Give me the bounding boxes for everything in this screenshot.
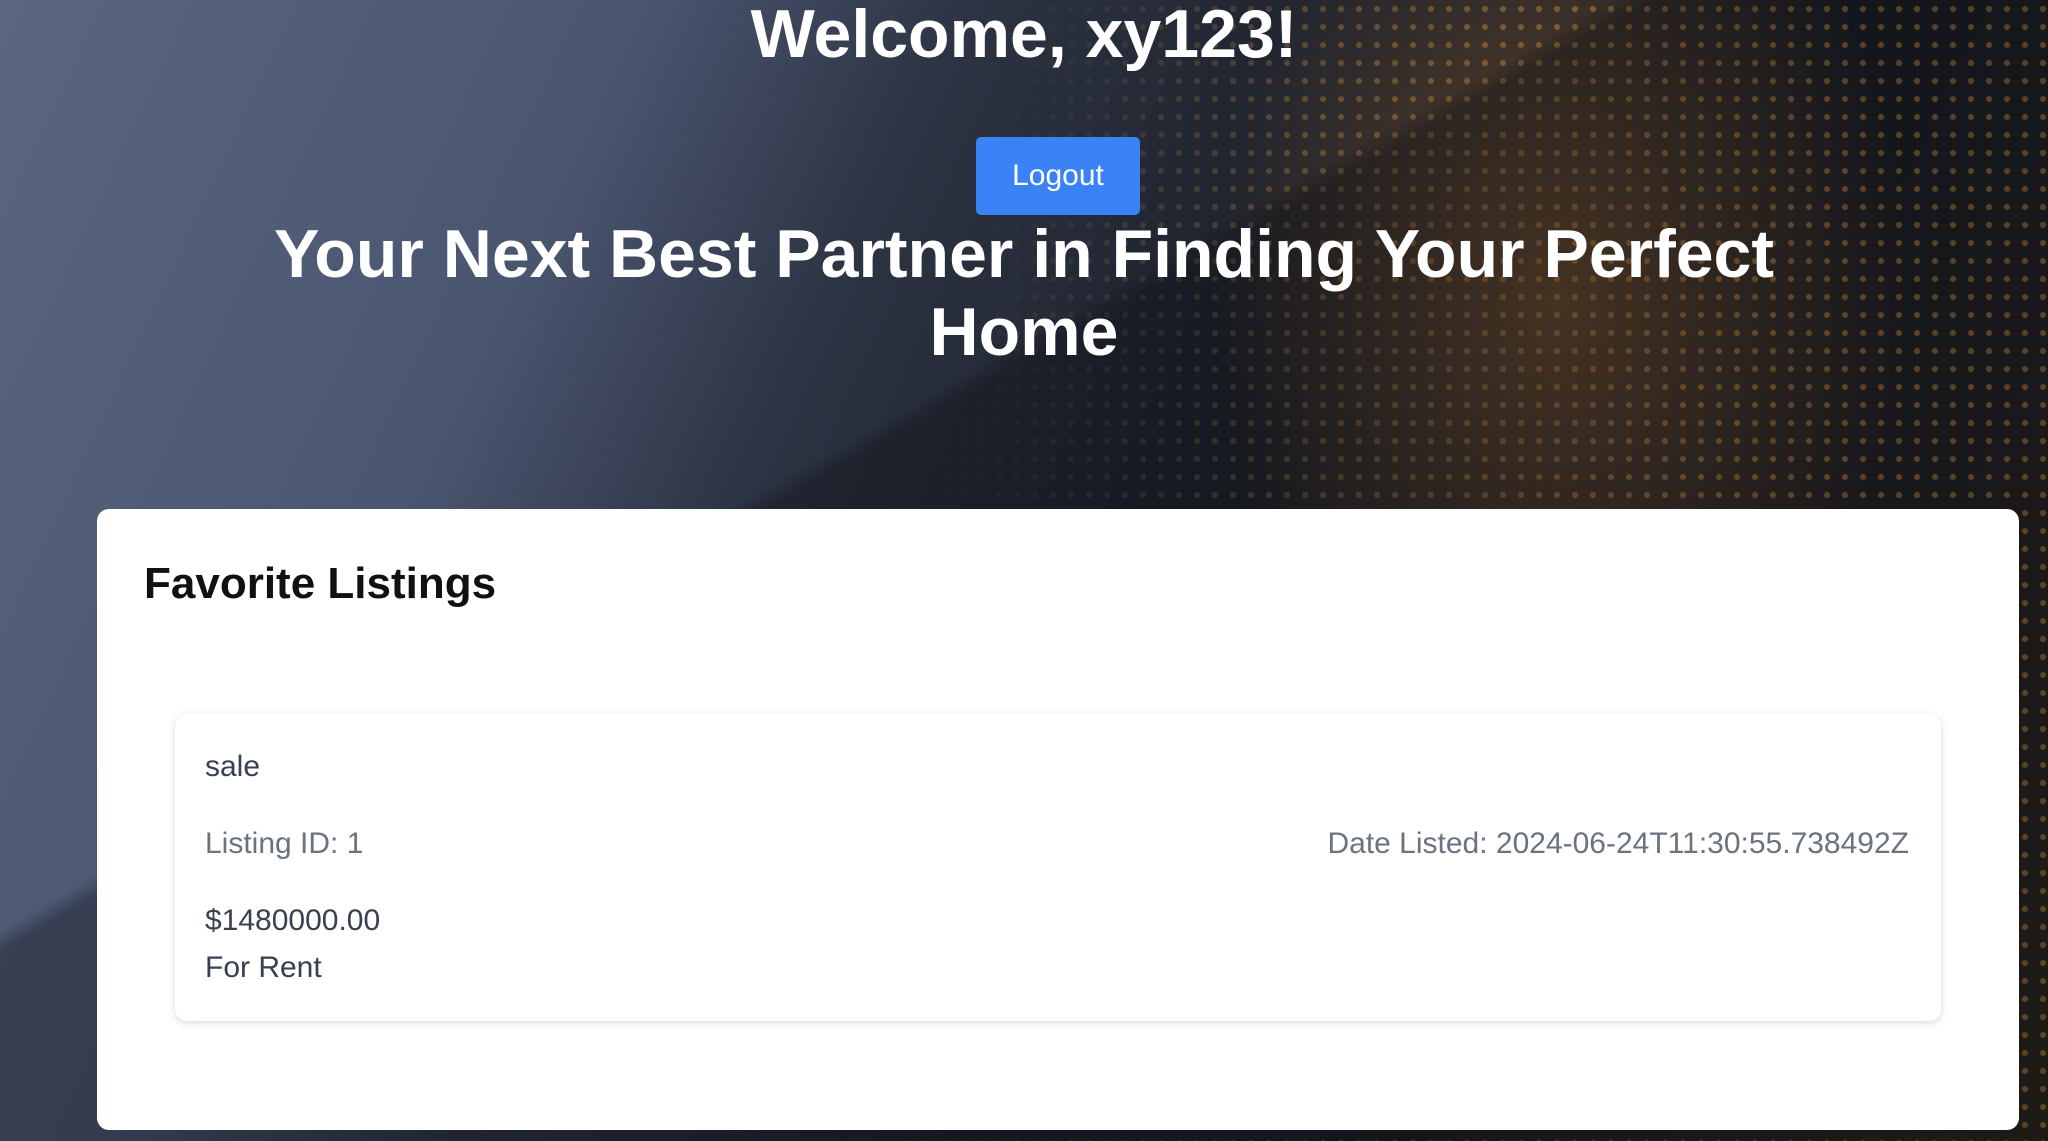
listing-price: $1480000.00	[205, 904, 381, 937]
listing-card[interactable]: sale Listing ID: 1 Date Listed: 2024-06-…	[175, 714, 1941, 1021]
listing-status: For Rent	[205, 951, 322, 984]
listing-type: sale	[205, 750, 261, 783]
favorite-listings-title: Favorite Listings	[144, 559, 497, 608]
listing-date: Date Listed: 2024-06-24T11:30:55.738492Z	[1327, 827, 1909, 860]
hero-headline: Your Next Best Partner in Finding Your P…	[273, 216, 1775, 370]
listing-id: Listing ID: 1	[205, 827, 364, 860]
welcome-heading: Welcome, xy123!	[750, 0, 1298, 72]
logout-button[interactable]: Logout	[976, 137, 1140, 215]
favorite-listings-panel: Favorite Listings sale Listing ID: 1 Dat…	[97, 509, 2019, 1130]
